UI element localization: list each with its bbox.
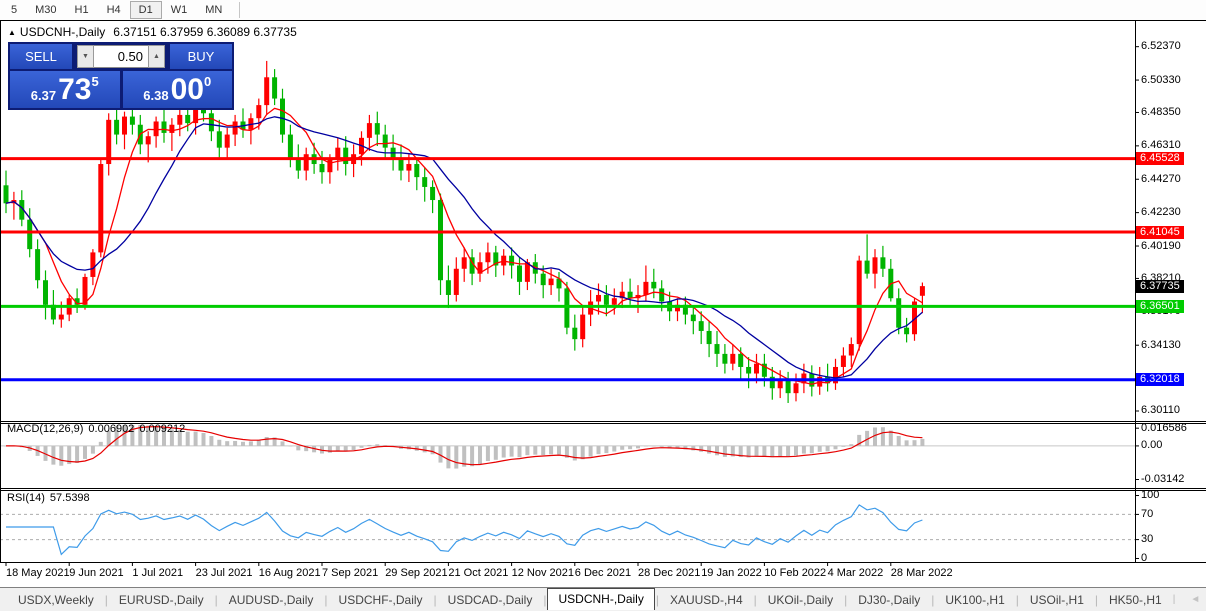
sell-price-main: 73: [58, 72, 92, 106]
tab-ukoil-daily[interactable]: UKOil-,Daily: [758, 591, 843, 609]
macd-name: MACD(12,26,9): [7, 423, 84, 435]
ma-fast-line: [5, 107, 923, 385]
rsi-name: RSI(14): [7, 492, 45, 504]
tab-audusd-daily[interactable]: AUDUSD-,Daily: [219, 591, 324, 609]
tab-separator: |: [1172, 594, 1176, 605]
buy-price-main: 00: [170, 72, 204, 106]
rsi-line: [6, 504, 923, 556]
tab-eurusd-daily[interactable]: EURUSD-,Daily: [109, 591, 214, 609]
period-buttons: 5 M30 H1 H4 D1 W1 MN: [0, 0, 231, 20]
volume-down-icon[interactable]: ▼: [77, 45, 94, 68]
period-button-mn[interactable]: MN: [196, 2, 231, 18]
period-button-w1[interactable]: W1: [162, 2, 197, 18]
macd-main-value: 0.006902: [88, 423, 135, 435]
mt4-trading-window: { "toolbar": { "periods": ["5", "M30", "…: [0, 0, 1206, 611]
buy-price-pip: 0: [203, 74, 212, 89]
rsi-value: 57.5398: [49, 492, 90, 504]
tab-hk50-h1[interactable]: HK50-,H1: [1099, 591, 1172, 609]
tab-scroll-arrows: | ◄ ►: [1172, 594, 1206, 605]
tab-scroll-left-icon[interactable]: ◄: [1190, 594, 1200, 605]
sell-price-prefix: 6.37: [30, 88, 57, 103]
sell-button[interactable]: SELL: [10, 44, 72, 69]
tab-usdchf-daily[interactable]: USDCHF-,Daily: [329, 591, 433, 609]
collapse-panel-icon[interactable]: ▲: [8, 28, 16, 37]
volume-input[interactable]: [94, 45, 148, 68]
timeframe-toolbar: 5 M30 H1 H4 D1 W1 MN: [0, 0, 1206, 20]
period-button-h1[interactable]: H1: [66, 2, 98, 18]
rsi-label: RSI(14) 57.5398: [7, 492, 95, 504]
period-button-m30[interactable]: M30: [26, 2, 65, 18]
tab-uk100-h1[interactable]: UK100-,H1: [935, 591, 1014, 609]
period-button-h4[interactable]: H4: [98, 2, 130, 18]
sell-price-pip: 5: [91, 74, 99, 89]
chart-title: ▲ USDCNH-,Daily 6.37151 6.37959 6.36089 6.…: [8, 25, 297, 39]
tab-dj30-daily[interactable]: DJ30-,Daily: [848, 591, 930, 609]
volume-stepper: ▼ ▲: [77, 45, 165, 68]
chart-tabs: USDX,Weekly | EURUSD-,Daily | AUDUSD-,Daily |…: [0, 587, 1172, 611]
chart-ohlc-values: 6.37151 6.37959 6.36089 6.37735: [113, 25, 297, 39]
tab-usdcnh-daily[interactable]: USDCNH-,Daily: [547, 587, 655, 610]
buy-button[interactable]: BUY: [170, 44, 232, 69]
buy-price-prefix: 6.38: [143, 88, 169, 103]
period-button-5[interactable]: 5: [2, 2, 26, 18]
chart-symbol-label: USDCNH-,Daily: [19, 25, 106, 39]
tab-usdx-weekly[interactable]: USDX,Weekly: [8, 591, 104, 609]
toolbar-separator: [239, 2, 241, 18]
one-click-trading-panel: SELL ▼ ▲ BUY 6.37 73 5 6.38 00 0: [8, 42, 234, 110]
chart-tab-bar: USDX,Weekly | EURUSD-,Daily | AUDUSD-,Daily |…: [0, 587, 1206, 611]
volume-up-icon[interactable]: ▲: [148, 45, 165, 68]
tab-usdcad-daily[interactable]: USDCAD-,Daily: [438, 591, 543, 609]
macd-signal-value: 0.009212: [139, 423, 186, 435]
tab-usoil-h1[interactable]: USOil-,H1: [1020, 591, 1094, 609]
tab-xauusd-h4[interactable]: XAUUSD-,H4: [660, 591, 753, 609]
buy-price-box[interactable]: 6.38 00 0: [122, 71, 232, 108]
macd-label: MACD(12,26,9) 0.006902 0.009212: [7, 423, 190, 435]
period-button-d1[interactable]: D1: [129, 1, 162, 19]
sell-price-box[interactable]: 6.37 73 5: [10, 71, 120, 108]
